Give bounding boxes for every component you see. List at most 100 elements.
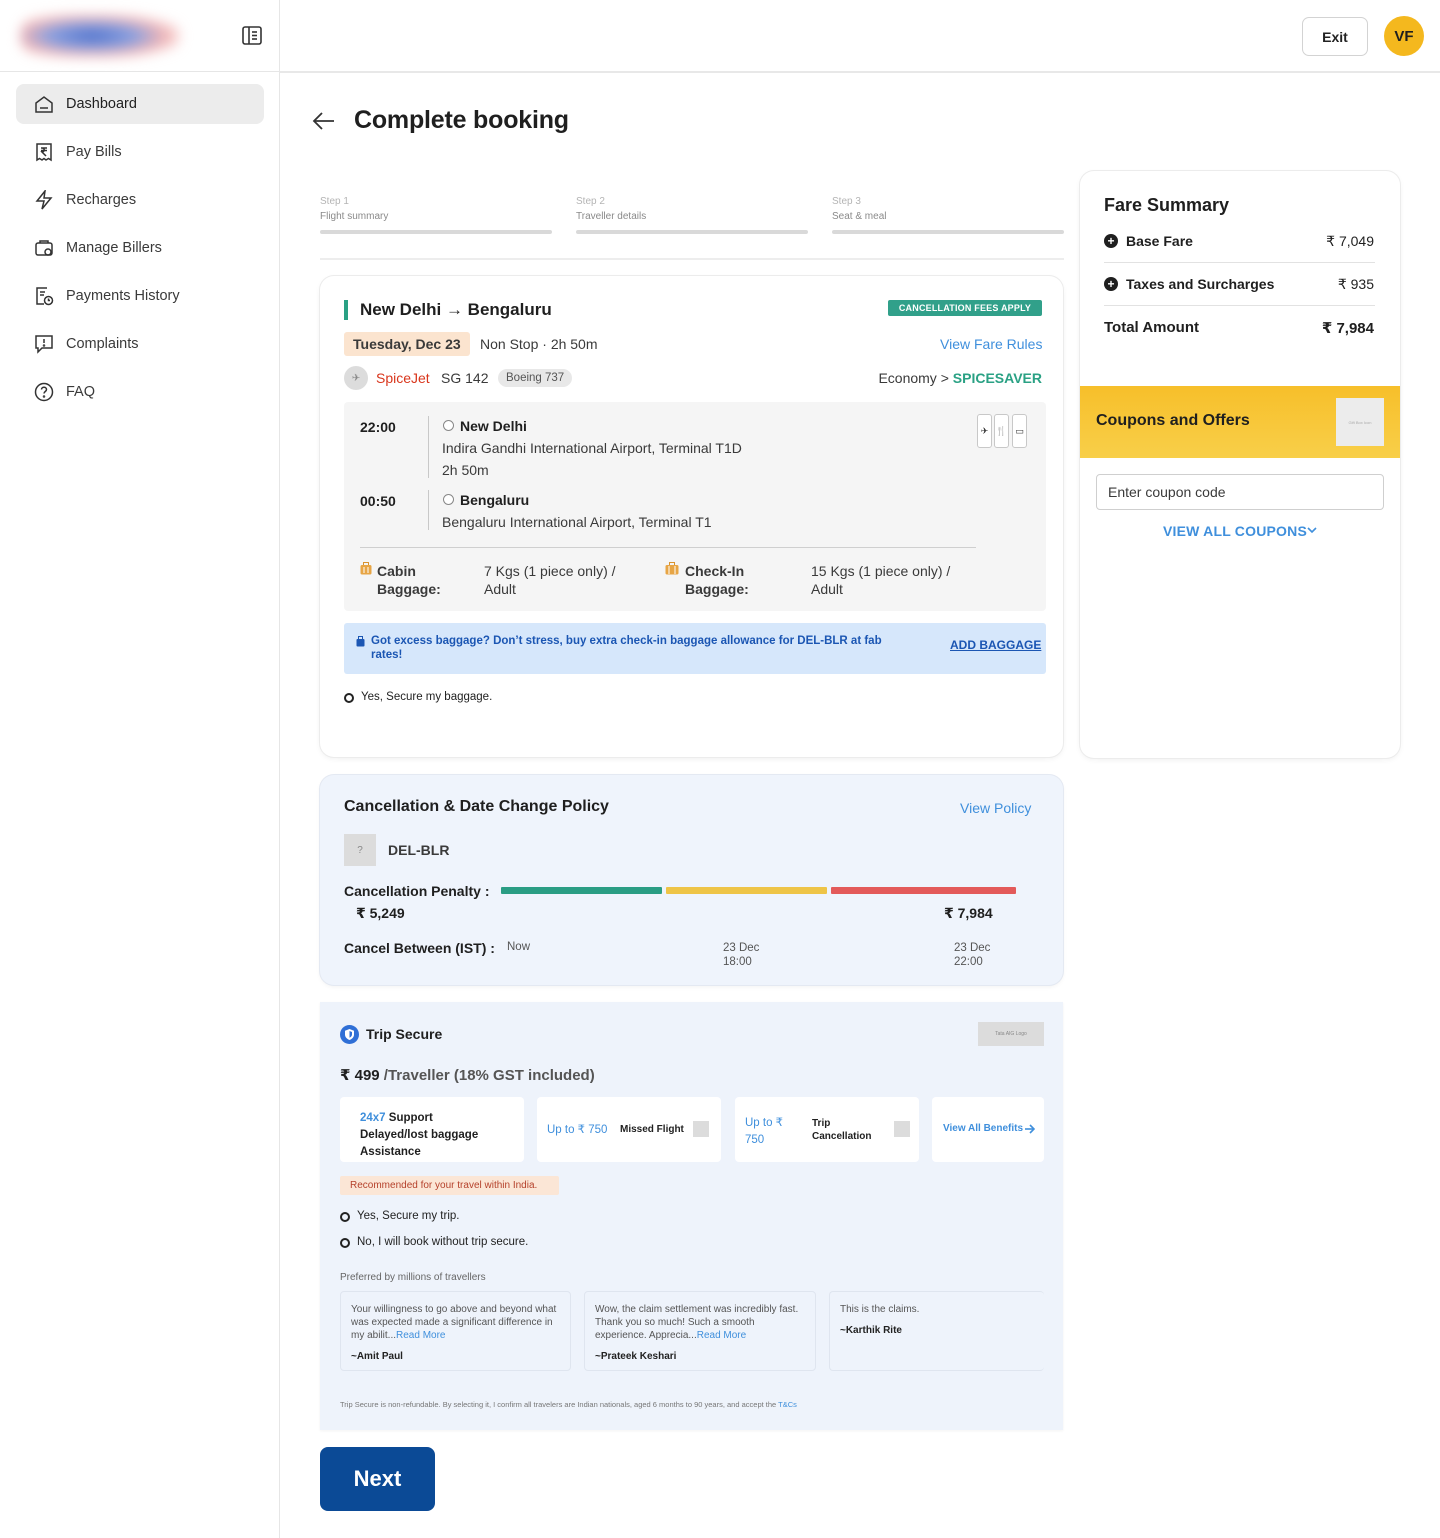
review-author: ~Amit Paul bbox=[351, 1351, 403, 1362]
step-flight-summary[interactable]: Step 1 Flight summary bbox=[320, 196, 552, 234]
policy-sector: DEL-BLR bbox=[388, 842, 450, 858]
cancel-time-mid: 23 Dec 18:00 bbox=[723, 941, 759, 969]
trip-price-amount: ₹ 499 bbox=[340, 1067, 380, 1084]
lightning-icon bbox=[35, 190, 53, 210]
read-more-link[interactable]: Read More bbox=[396, 1330, 445, 1341]
step-number: Step 2 bbox=[576, 196, 605, 207]
base-fare-label[interactable]: Base Fare bbox=[1126, 233, 1193, 249]
next-button[interactable]: Next bbox=[320, 1447, 435, 1511]
total-amount-value: ₹ 7,984 bbox=[1321, 320, 1374, 337]
sidebar-item-label: Payments History bbox=[66, 288, 180, 304]
view-all-coupons-link[interactable]: VIEW ALL COUPONS bbox=[1163, 523, 1307, 539]
flight-date: Tuesday, Dec 23 bbox=[344, 332, 470, 356]
sidebar-item-label: Complaints bbox=[66, 336, 139, 352]
airline-name: SpiceJet bbox=[376, 370, 430, 386]
tata-aig-logo: Tata AIG Logo bbox=[978, 1022, 1044, 1046]
cancel-time-now: Now bbox=[507, 941, 531, 953]
review-card: This is the claims. ~Karthik Rite bbox=[829, 1291, 1044, 1371]
penalty-low-amount: ₹ 5,249 bbox=[356, 905, 405, 921]
penalty-bar-low bbox=[501, 887, 662, 894]
sidebar-toggle-icon[interactable] bbox=[242, 26, 262, 45]
meal-icon[interactable]: 🍴 bbox=[994, 414, 1009, 448]
gift-box-icon: Gift Box Icon bbox=[1336, 398, 1384, 446]
step-label: Traveller details bbox=[576, 211, 647, 222]
step-label: Seat & meal bbox=[832, 211, 887, 222]
sidebar-item-label: Manage Billers bbox=[66, 240, 162, 256]
cancellation-fees-badge: CANCELLATION FEES APPLY bbox=[888, 300, 1042, 316]
secure-trip-yes-label[interactable]: Yes, Secure my trip. bbox=[357, 1210, 459, 1222]
home-icon bbox=[35, 96, 53, 113]
airline-logo-icon: ✈ bbox=[344, 366, 368, 390]
exit-button[interactable]: Exit bbox=[1302, 17, 1368, 56]
sidebar-item-label: Pay Bills bbox=[66, 144, 122, 160]
flight-number: SG 142 bbox=[441, 370, 489, 386]
fare-summary-title: Fare Summary bbox=[1104, 195, 1230, 215]
secure-trip-no-label[interactable]: No, I will book without trip secure. bbox=[357, 1236, 528, 1248]
back-arrow-icon[interactable] bbox=[312, 110, 336, 132]
tnc-link[interactable]: T&Cs bbox=[778, 1400, 797, 1409]
benefit-missed-label: Missed Flight bbox=[620, 1124, 684, 1135]
view-policy-link[interactable]: View Policy bbox=[960, 800, 1031, 816]
sidebar-item-label: Dashboard bbox=[66, 96, 137, 112]
sidebar-item-pay-bills[interactable]: Pay Bills bbox=[16, 132, 264, 172]
baggage-lock-icon bbox=[356, 636, 365, 647]
step-traveller-details[interactable]: Step 2 Traveller details bbox=[576, 196, 808, 234]
taxes-label[interactable]: Taxes and Surcharges bbox=[1126, 276, 1274, 292]
complaint-icon bbox=[35, 335, 53, 354]
sidebar-item-payments-history[interactable]: Payments History bbox=[16, 276, 264, 316]
view-all-benefits-link[interactable]: View All Benefits bbox=[943, 1123, 1023, 1134]
review-card: Your willingness to go above and beyond … bbox=[340, 1291, 571, 1371]
review-author: ~Prateek Keshari bbox=[595, 1351, 677, 1362]
step-progress-bar bbox=[320, 230, 552, 234]
view-fare-rules-link[interactable]: View Fare Rules bbox=[940, 336, 1042, 352]
secure-baggage-radio[interactable] bbox=[344, 693, 354, 703]
checkin-baggage-label-line1: Check-In bbox=[685, 563, 745, 579]
cabin-class: Economy > SPICESAVER bbox=[878, 370, 1042, 386]
flight-route: New Delhi → Bengaluru bbox=[344, 300, 552, 320]
cabin-baggage-label: Cabin Baggage: bbox=[377, 562, 441, 598]
cabin-baggage-value: 7 Kgs (1 piece only) / Adult bbox=[484, 562, 616, 598]
step-label: Flight summary bbox=[320, 211, 389, 222]
review-text: This is the claims. bbox=[840, 1304, 920, 1315]
step-seat-meal[interactable]: Step 3 Seat & meal bbox=[832, 196, 1064, 234]
cancel-time-end-date: 23 Dec bbox=[954, 942, 991, 954]
penalty-label: Cancellation Penalty : bbox=[344, 883, 490, 899]
read-more-link[interactable]: Read More bbox=[697, 1330, 746, 1341]
fare-divider bbox=[1104, 305, 1375, 306]
sidebar-item-complaints[interactable]: Complaints bbox=[16, 324, 264, 364]
brand-logo[interactable] bbox=[20, 14, 180, 58]
expand-plus-icon[interactable]: + bbox=[1104, 234, 1118, 248]
screen-icon[interactable]: ▭ bbox=[1012, 414, 1027, 448]
taxes-value: ₹ 935 bbox=[1337, 276, 1374, 292]
timeline-line bbox=[428, 490, 429, 530]
checkin-baggage-value-line1: 15 Kgs (1 piece only) / bbox=[811, 563, 951, 579]
cabin-baggage-label-line2: Baggage: bbox=[377, 581, 441, 597]
benefit-support-highlight: 24x7 bbox=[360, 1112, 386, 1124]
flight-amenity-icon[interactable]: ✈ bbox=[977, 414, 992, 448]
secure-baggage-label[interactable]: Yes, Secure my baggage. bbox=[361, 691, 492, 703]
sidebar-item-manage-billers[interactable]: Manage Billers bbox=[16, 228, 264, 268]
secure-trip-no-radio[interactable] bbox=[340, 1238, 350, 1248]
avatar[interactable]: VF bbox=[1384, 16, 1424, 56]
timeline-line bbox=[428, 416, 429, 478]
shield-icon bbox=[340, 1025, 359, 1044]
step-number: Step 3 bbox=[832, 196, 861, 207]
expand-plus-icon[interactable]: + bbox=[1104, 277, 1118, 291]
sidebar-item-dashboard[interactable]: Dashboard bbox=[16, 84, 264, 124]
add-baggage-link[interactable]: ADD BAGGAGE bbox=[950, 638, 1041, 652]
secure-trip-yes-radio[interactable] bbox=[340, 1212, 350, 1222]
step-number: Step 1 bbox=[320, 196, 349, 207]
page-title: Complete booking bbox=[354, 106, 569, 134]
sidebar-item-recharges[interactable]: Recharges bbox=[16, 180, 264, 220]
coupons-title: Coupons and Offers bbox=[1096, 412, 1250, 429]
sidebar-item-label: Recharges bbox=[66, 192, 137, 208]
sidebar-item-label: FAQ bbox=[66, 384, 96, 400]
header-divider bbox=[280, 71, 1440, 73]
checkin-baggage-value: 15 Kgs (1 piece only) / Adult bbox=[811, 562, 950, 598]
sidebar-item-faq[interactable]: FAQ bbox=[16, 372, 264, 412]
coupon-code-input[interactable] bbox=[1096, 474, 1384, 510]
cabin-baggage-label-line1: Cabin bbox=[377, 563, 416, 579]
arrow-right-icon[interactable] bbox=[1024, 1124, 1035, 1134]
benefit-cancel-amount-line2: 750 bbox=[745, 1134, 765, 1146]
chevron-down-icon[interactable] bbox=[1307, 527, 1317, 534]
